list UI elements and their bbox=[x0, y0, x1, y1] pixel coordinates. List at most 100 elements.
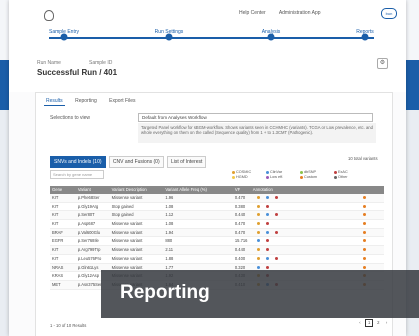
workflow-description: Targeted Panel workflow for sBGM-workflo… bbox=[138, 123, 376, 143]
legend-dot-icon bbox=[266, 175, 269, 179]
table-row[interactable]: EGFR p.Ser768Ile Missense variant 880 15.716 bbox=[50, 237, 384, 247]
prev-page-icon[interactable]: ‹ bbox=[357, 320, 363, 326]
variant-count: 10 total variants bbox=[348, 156, 378, 161]
table-cell: Missense variant bbox=[111, 238, 143, 244]
column-header[interactable]: VF bbox=[235, 186, 253, 194]
table-cell: 2.11 bbox=[165, 247, 173, 253]
column-header[interactable]: Variant Description bbox=[112, 186, 166, 194]
results-count: 1 - 10 of 10 Results bbox=[50, 323, 87, 328]
table-cell: p.Ser768Ile bbox=[77, 238, 99, 244]
page-2[interactable]: 2 bbox=[375, 320, 381, 326]
column-header[interactable]: Variant Allele Freq (%) bbox=[165, 186, 235, 194]
legend-item: HGMD bbox=[232, 175, 266, 179]
annotation-dot-icon bbox=[265, 239, 269, 243]
legend-label: Other bbox=[338, 175, 348, 179]
run-title-suffix: / 401 bbox=[97, 68, 118, 77]
legend-item: ExAC bbox=[334, 170, 368, 174]
user-button[interactable]: bun bbox=[381, 8, 397, 19]
legend-label: HGMD bbox=[236, 175, 248, 179]
table-row[interactable]: KIT p.Gly19Arg Stop gained 1.08 0.380 bbox=[50, 203, 384, 212]
custom-annotation-dot-icon bbox=[362, 248, 366, 252]
table-cell: 880 bbox=[165, 238, 173, 244]
table-cell bbox=[253, 229, 384, 237]
legend-item: dbSNP bbox=[300, 170, 334, 174]
top-links: Help Center Administration App bbox=[239, 10, 333, 16]
column-header[interactable]: Gene bbox=[50, 186, 78, 194]
step-dot bbox=[267, 33, 275, 41]
legend-item: ClinVar bbox=[266, 170, 300, 174]
settings-icon[interactable]: ⚙ bbox=[377, 58, 388, 69]
top-bar: Help Center Administration App bun bbox=[9, 0, 406, 29]
annotation-dot-icon bbox=[274, 213, 278, 217]
annotation-dot-icon bbox=[265, 256, 269, 260]
legend-dot-icon bbox=[300, 170, 303, 174]
legend-item: Low eff. bbox=[266, 175, 300, 179]
subtab-snvs[interactable]: SNVs and Indels (10) bbox=[50, 156, 106, 168]
legend-item: Custom bbox=[300, 175, 334, 179]
annotation-dot-icon bbox=[256, 265, 260, 269]
legend-dot-icon bbox=[334, 175, 337, 179]
table-row[interactable]: KIT p.Arg799Trp Missense variant 2.11 0.440 bbox=[50, 246, 384, 255]
table-cell: KIT bbox=[52, 195, 59, 200]
table-cell: 0.400 bbox=[234, 255, 246, 261]
table-cell: p.Phe68Ser bbox=[77, 195, 100, 200]
annotation-dot-icon bbox=[256, 213, 260, 217]
step-dot bbox=[165, 33, 173, 41]
table-cell: KIT bbox=[52, 247, 59, 253]
selection-dropdown[interactable]: Default from Analyses Workflow bbox=[138, 113, 373, 122]
table-cell: 0.440 bbox=[234, 212, 246, 218]
table-cell: 1.88 bbox=[165, 255, 174, 261]
table-cell: p.Asp687 bbox=[77, 221, 96, 227]
tab-export-files[interactable]: Export Files bbox=[107, 97, 137, 105]
table-cell: p.Arg799Trp bbox=[77, 247, 101, 253]
custom-annotation-dot-icon bbox=[362, 265, 366, 269]
table-cell: 0.470 bbox=[234, 195, 246, 200]
help-center-link[interactable]: Help Center bbox=[239, 10, 266, 16]
table-row[interactable]: KIT p.Asp687 Missense variant 1.08 0.470 bbox=[50, 220, 384, 229]
annotation-dot-icon bbox=[265, 265, 269, 269]
stepper-line bbox=[49, 37, 374, 39]
legend-label: Custom bbox=[304, 175, 318, 179]
table-cell: p.Leu576Pro bbox=[77, 255, 102, 261]
table-cell: Missense variant bbox=[111, 229, 143, 235]
table-cell: 1.08 bbox=[165, 221, 174, 227]
subtab-cnv[interactable]: CNV and Fusions (0) bbox=[108, 156, 164, 168]
legend-label: ClinVar bbox=[270, 170, 283, 174]
table-row[interactable]: KIT p.Leu576Pro Missense variant 1.88 0.400 bbox=[50, 255, 384, 264]
subtab-list-of-interest[interactable]: List of Interest bbox=[167, 156, 207, 168]
legend-dot-icon bbox=[300, 175, 303, 179]
legend-dot-icon bbox=[266, 170, 269, 174]
annotation-dot-icon bbox=[265, 204, 269, 208]
step-dot bbox=[361, 33, 369, 41]
table-cell: NRAS bbox=[52, 264, 64, 270]
annotation-dot-icon bbox=[265, 230, 269, 234]
column-header[interactable]: Annotation bbox=[253, 186, 384, 194]
step-dot bbox=[60, 33, 68, 41]
table-cell: 1.12 bbox=[165, 212, 174, 218]
table-cell: Stop gained bbox=[111, 203, 134, 209]
legend-label: COSMIC bbox=[236, 170, 252, 174]
page-1[interactable]: 1 bbox=[365, 319, 374, 327]
sample-id-label: Sample ID bbox=[89, 60, 113, 66]
table-cell: 15.716 bbox=[234, 238, 248, 244]
table-cell: EGFR bbox=[52, 238, 64, 244]
legend-item: Other bbox=[334, 175, 368, 179]
table-cell: 1.08 bbox=[165, 203, 174, 209]
gene-search-input[interactable]: Search by gene name bbox=[50, 170, 104, 179]
annotation-dot-icon bbox=[256, 222, 260, 226]
admin-app-link[interactable]: Administration App bbox=[279, 10, 321, 16]
table-row[interactable]: BRAF p.Val600Glu Missense variant 1.94 0.470 bbox=[50, 228, 384, 238]
annotation-dot-icon bbox=[256, 230, 260, 234]
run-title-text: Successful Run bbox=[37, 68, 98, 77]
column-header[interactable]: Variant bbox=[78, 186, 112, 194]
table-row[interactable]: KIT p.Ser80T Stop gained 1.12 0.440 bbox=[50, 211, 384, 221]
table-cell: KIT bbox=[52, 212, 59, 218]
next-page-icon[interactable]: › bbox=[384, 320, 390, 326]
table-cell bbox=[253, 211, 384, 219]
table-row[interactable]: KIT p.Phe68Ser Missense variant 1.96 0.470 bbox=[50, 194, 384, 203]
annotation-dot-icon bbox=[256, 248, 260, 252]
tab-reporting[interactable]: Reporting bbox=[73, 97, 99, 105]
tab-results[interactable]: Results bbox=[44, 97, 65, 106]
annotation-dot-icon bbox=[274, 256, 278, 260]
table-cell: p.Ser80T bbox=[77, 212, 95, 218]
